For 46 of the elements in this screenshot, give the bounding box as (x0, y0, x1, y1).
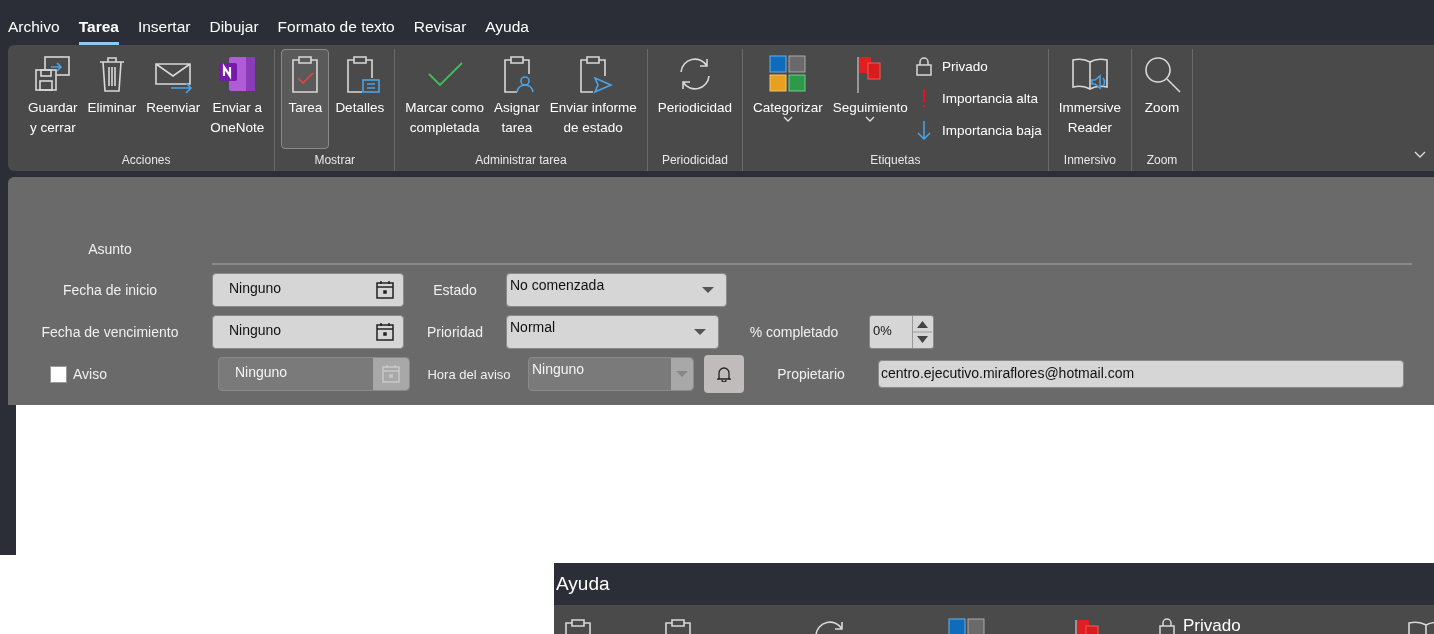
ribbon-button[interactable]: Reenviar (142, 49, 205, 149)
ribbon-button[interactable]: Asignar tarea (489, 49, 544, 149)
ribbon-button[interactable]: Marcar como completada (401, 49, 488, 149)
ribbon-button[interactable]: Immersive Reader (1054, 49, 1125, 149)
ribbon-button[interactable]: Detalles (331, 49, 389, 149)
date-field[interactable]: Ninguno (212, 273, 404, 307)
group-label: Inmersivo (1063, 152, 1116, 169)
field-label: Estado (432, 282, 478, 298)
ribbon-button[interactable]: Tarea (281, 49, 330, 149)
field-label: Fecha de vencimiento (40, 324, 180, 340)
ribbon-button[interactable]: Eliminar (83, 49, 141, 149)
priority-dropdown[interactable]: Normal (506, 315, 719, 349)
date-field[interactable]: Ninguno (212, 315, 404, 349)
menu-tab[interactable]: Dibujar (209, 18, 259, 45)
group-label: Zoom (1146, 152, 1178, 169)
ribbon-button[interactable]: Zoom (1137, 49, 1186, 149)
ribbon-small-button[interactable]: Importancia alta (913, 85, 1042, 111)
ribbon-button[interactable]: Enviar a OneNote (206, 49, 269, 149)
field-label: Hora del aviso (426, 366, 512, 382)
field-label: % completado (748, 324, 840, 340)
group-label: Mostrar (314, 152, 356, 169)
field-label: Asunto (87, 240, 133, 257)
group-label: Administrar tarea (475, 152, 567, 169)
ribbon-small-button[interactable]: Privado (1183, 617, 1241, 634)
ribbon-small-button[interactable]: Privado (913, 53, 1042, 79)
menu-tab[interactable]: Ayuda (554, 573, 610, 595)
menu-tab[interactable]: Archivo (8, 18, 60, 45)
group-label: Periodicidad (661, 152, 728, 169)
ribbon-button[interactable]: Periodicidad (653, 49, 737, 149)
ribbon-button[interactable]: Guardar y cerrar (24, 49, 82, 149)
ribbon-button[interactable]: Categorizar (749, 49, 827, 149)
field-label: Prioridad (426, 324, 484, 340)
ribbon-button[interactable]: Enviar informe de estado (545, 49, 641, 149)
menu-tab[interactable]: Insertar (137, 18, 191, 45)
group-label: Etiquetas (870, 152, 921, 169)
field-label: Propietario (776, 366, 846, 382)
group-label: Acciones (121, 152, 171, 169)
ribbon-small-button[interactable]: Importancia baja (913, 117, 1042, 143)
owner-field[interactable]: centro.ejecutivo.miraflores@hotmail.com (878, 360, 1404, 388)
percent-spinner[interactable]: 0% (869, 315, 934, 349)
menu-tab[interactable]: Ayuda (485, 18, 529, 45)
field-label: Fecha de inicio (61, 282, 159, 298)
status-dropdown[interactable]: No comenzada (506, 273, 727, 307)
menu-tab[interactable]: Revisar (413, 18, 467, 45)
menu-tab[interactable]: Formato de texto (277, 18, 395, 45)
ribbon-button[interactable]: Seguimiento (828, 49, 912, 149)
